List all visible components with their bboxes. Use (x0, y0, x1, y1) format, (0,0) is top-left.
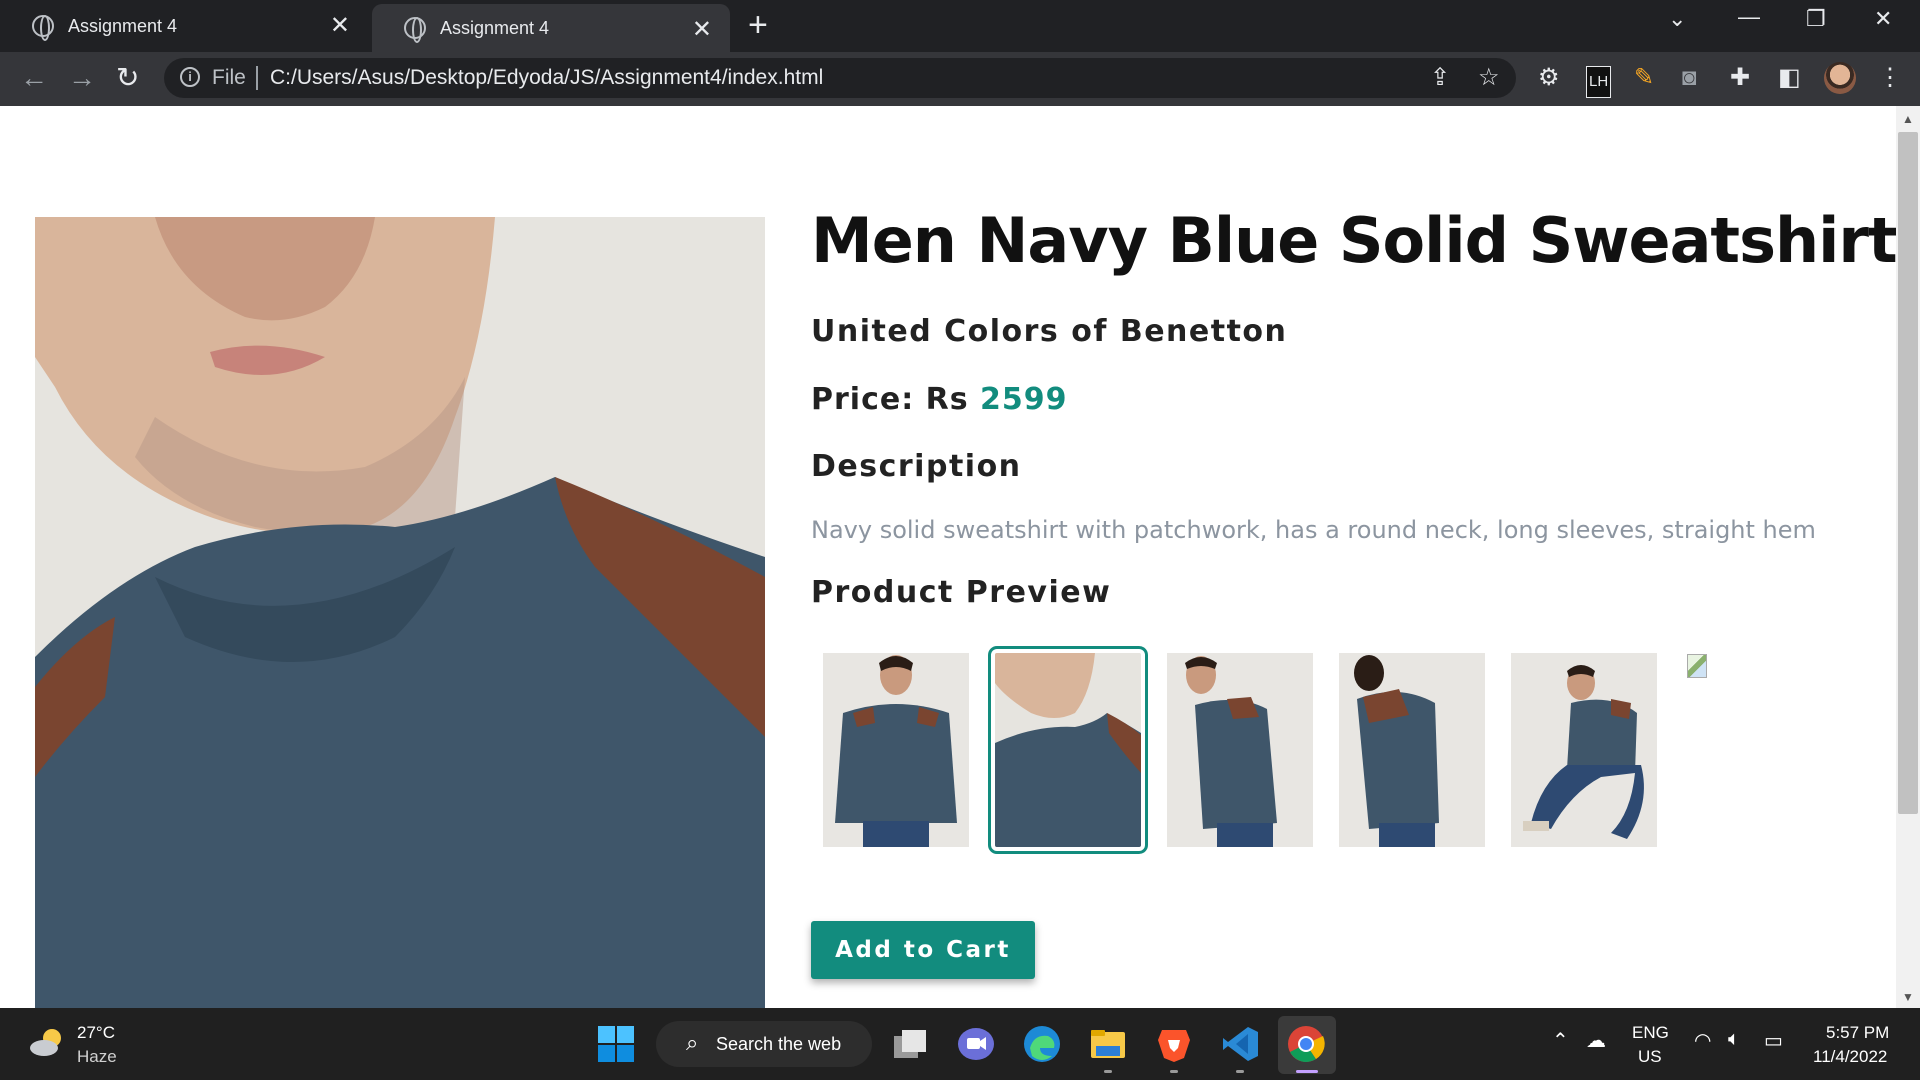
reload-icon[interactable]: ↻ (116, 62, 139, 94)
address-separator (256, 66, 258, 90)
running-indicator (1104, 1070, 1112, 1073)
onedrive-cloud-icon[interactable]: ☁ (1586, 1028, 1606, 1053)
preview-thumbnail-3[interactable] (1167, 653, 1313, 847)
preview-thumbnail-2[interactable] (988, 646, 1148, 854)
price-label: Price: Rs (811, 382, 981, 417)
forward-icon[interactable]: → (68, 62, 96, 94)
brave-browser-icon[interactable] (1154, 1024, 1194, 1064)
product-brand: United Colors of Benetton (811, 314, 1288, 349)
bookmark-star-icon[interactable]: ☆ (1478, 64, 1500, 92)
search-icon: ⌕ (686, 1030, 699, 1055)
thumbnail-art (1167, 653, 1313, 847)
start-windows-icon[interactable] (596, 1024, 636, 1064)
tab-title: Assignment 4 (440, 17, 550, 38)
taskbar-search-label: Search the web (716, 1034, 842, 1054)
main-product-image-art (35, 217, 765, 1008)
tab-assignment-4-active[interactable]: Assignment 4 ✕ (372, 4, 730, 52)
broken-image-icon (1687, 654, 1707, 678)
wifi-icon[interactable]: ◠ (1694, 1028, 1711, 1053)
extensions-puzzle-icon[interactable]: ✚ (1730, 64, 1750, 92)
main-product-image (35, 217, 765, 1008)
weather-haze-icon[interactable] (28, 1026, 66, 1058)
running-indicator (1170, 1070, 1178, 1073)
tab-search-chevron-icon[interactable]: ⌄ (1668, 6, 1686, 32)
product-description: Navy solid sweatshirt with patchwork, ha… (811, 516, 1816, 544)
globe-icon (32, 15, 54, 41)
weather-description[interactable]: Haze (77, 1047, 117, 1067)
description-heading: Description (811, 449, 1022, 484)
product-price: Price: Rs 2599 (811, 382, 1068, 417)
task-view-icon[interactable] (890, 1024, 930, 1064)
taskbar-time[interactable]: 5:57 PM (1826, 1023, 1889, 1043)
close-tab-icon[interactable]: ✕ (330, 12, 350, 40)
scroll-up-arrow-icon[interactable]: ▲ (1902, 112, 1914, 126)
preview-thumbnail-4[interactable] (1339, 653, 1485, 847)
preview-thumbnail-5[interactable] (1511, 653, 1657, 847)
price-amount: 2599 (980, 382, 1068, 417)
side-panel-icon[interactable]: ◧ (1778, 64, 1801, 92)
address-scheme-label: File (212, 66, 246, 89)
add-to-cart-button[interactable]: Add to Cart (811, 921, 1035, 979)
page-viewport: Men Navy Blue Solid Sweatshirt United Co… (0, 106, 1896, 1008)
minimize-icon[interactable]: — (1738, 4, 1760, 30)
share-icon[interactable]: ⇪ (1430, 64, 1450, 92)
scroll-down-arrow-icon[interactable]: ▼ (1902, 990, 1914, 1004)
language-indicator[interactable]: ENG (1632, 1023, 1669, 1043)
lh-extension-icon[interactable]: LH (1586, 66, 1612, 98)
restore-icon[interactable]: ❐ (1806, 6, 1826, 32)
battery-icon[interactable]: ▭ (1764, 1028, 1783, 1053)
pencil-extension-icon[interactable]: ✎ (1634, 64, 1654, 92)
volume-icon[interactable]: 🔈︎ (1728, 1028, 1740, 1051)
taskbar-date[interactable]: 11/4/2022 (1813, 1047, 1887, 1067)
file-explorer-icon[interactable] (1088, 1024, 1128, 1064)
settings-gear-extension-icon[interactable]: ⚙ (1538, 64, 1560, 92)
close-window-icon[interactable]: ✕ (1874, 6, 1892, 32)
menu-kebab-icon[interactable]: ⋮ (1878, 64, 1902, 92)
edge-browser-icon[interactable] (1022, 1024, 1062, 1064)
product-title: Men Navy Blue Solid Sweatshirt (811, 204, 1896, 277)
back-icon[interactable]: ← (20, 62, 48, 94)
running-indicator (1236, 1070, 1244, 1073)
vscode-icon[interactable] (1220, 1024, 1260, 1064)
grammar-extension-icon[interactable]: ◙ (1682, 64, 1697, 92)
globe-icon (404, 17, 426, 43)
running-indicator-active (1296, 1070, 1318, 1073)
profile-avatar[interactable] (1824, 62, 1856, 94)
show-hidden-icons-chevron-icon[interactable]: ⌃ (1552, 1028, 1569, 1053)
thumbnail-art (1339, 653, 1485, 847)
new-tab-icon[interactable]: + (748, 8, 768, 42)
page-scrollbar-thumb[interactable] (1898, 132, 1918, 814)
preview-heading: Product Preview (811, 575, 1112, 610)
thumbnail-art (823, 653, 969, 847)
info-icon[interactable]: i (180, 67, 200, 87)
tab-assignment-4-first[interactable]: Assignment 4 ✕ (0, 0, 368, 52)
weather-temperature[interactable]: 27°C (77, 1023, 115, 1043)
address-url[interactable]: C:/Users/Asus/Desktop/Edyoda/JS/Assignme… (270, 66, 823, 90)
thumbnail-art (1511, 653, 1657, 847)
preview-thumbnail-1[interactable] (823, 653, 969, 847)
chrome-browser-icon[interactable] (1286, 1024, 1326, 1064)
language-region[interactable]: US (1638, 1047, 1662, 1067)
thumbnail-art (995, 653, 1141, 847)
teams-chat-icon[interactable] (956, 1024, 996, 1064)
close-tab-icon[interactable]: ✕ (692, 16, 712, 44)
tab-title: Assignment 4 (68, 15, 178, 36)
